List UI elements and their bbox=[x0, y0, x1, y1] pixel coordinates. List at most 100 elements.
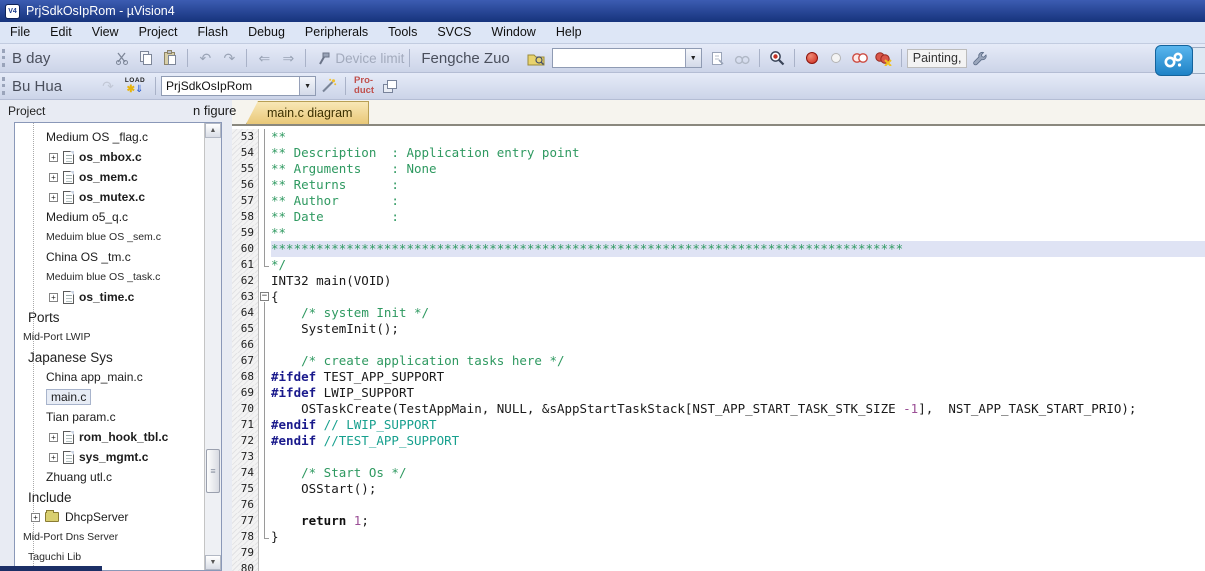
target-combo-dropdown[interactable]: ▼ bbox=[299, 77, 316, 95]
menu-edit[interactable]: Edit bbox=[40, 23, 82, 42]
target-options-button[interactable] bbox=[316, 75, 340, 97]
expand-plus-icon[interactable]: + bbox=[49, 152, 58, 162]
disable-all-breakpoints-button[interactable] bbox=[848, 47, 872, 69]
menu-peripherals[interactable]: Peripherals bbox=[295, 23, 378, 42]
cut-button[interactable] bbox=[110, 47, 134, 69]
menu-debug[interactable]: Debug bbox=[238, 23, 295, 42]
line-number: 57 bbox=[232, 193, 259, 209]
cascade-windows-icon bbox=[382, 79, 397, 93]
line-number: 62 bbox=[232, 273, 259, 289]
target-combo[interactable]: PrjSdkOsIpRom ▼ bbox=[161, 76, 317, 96]
tree-item-tian-param-c[interactable]: Tian param.c bbox=[15, 407, 204, 427]
tab-main-c-diagram[interactable]: main.c diagram bbox=[246, 101, 370, 124]
code-text: ** bbox=[271, 129, 287, 144]
toggle-breakpoint-button[interactable] bbox=[800, 47, 824, 69]
menu-svcs[interactable]: SVCS bbox=[427, 23, 481, 42]
device-limit-button[interactable] bbox=[311, 47, 335, 69]
kill-all-breakpoints-button[interactable] bbox=[872, 47, 896, 69]
tree-item-os-time-c[interactable]: + os_time.c bbox=[15, 287, 204, 307]
tree-item-label: os_mutex.c bbox=[79, 190, 146, 204]
redo-button[interactable]: ↷ bbox=[217, 47, 241, 69]
fold-minus-icon[interactable]: − bbox=[260, 292, 269, 301]
source-file-icon bbox=[63, 190, 74, 204]
tree-item-os-mutex-c[interactable]: + os_mutex.c bbox=[15, 187, 204, 207]
paste-button[interactable] bbox=[158, 47, 182, 69]
tree-item-ports[interactable]: Ports bbox=[15, 307, 204, 327]
menu-flash[interactable]: Flash bbox=[187, 23, 238, 42]
expand-plus-icon[interactable]: + bbox=[31, 512, 40, 522]
tree-item-dhcpserver[interactable]: + DhcpServer bbox=[15, 507, 204, 527]
code-line-68: 68 #ifdef TEST_APP_SUPPORT bbox=[232, 369, 1205, 385]
tree-item-zhuang-utl-c[interactable]: Zhuang utl.c bbox=[15, 467, 204, 487]
menu-tools[interactable]: Tools bbox=[378, 23, 427, 42]
tree-item-label: rom_hook_tbl.c bbox=[79, 430, 169, 444]
tree-item-china-os-tm-c[interactable]: China OS _tm.c bbox=[15, 247, 204, 267]
menu-file[interactable]: File bbox=[0, 23, 40, 42]
menu-window[interactable]: Window bbox=[481, 23, 545, 42]
expand-plus-icon[interactable]: + bbox=[49, 192, 58, 202]
toolbar-grip[interactable] bbox=[2, 77, 8, 95]
nav-forward-button[interactable]: ⇒ bbox=[276, 47, 300, 69]
line-number: 58 bbox=[232, 209, 259, 225]
tree-item-os-mbox-c[interactable]: + os_mbox.c bbox=[15, 147, 204, 167]
tree-item-include[interactable]: Include bbox=[15, 487, 204, 507]
code-text: ****************************************… bbox=[271, 241, 1205, 257]
copy-button[interactable] bbox=[134, 47, 158, 69]
search-combo-dropdown[interactable]: ▼ bbox=[684, 49, 701, 67]
find-in-files-button[interactable] bbox=[765, 47, 789, 69]
code-editor[interactable]: 53 ** 54 ** Description : Application entry… bbox=[232, 126, 1205, 571]
fold-margin bbox=[259, 273, 271, 289]
tree-item-mid-port-lwip[interactable]: Mid-Port LWIP bbox=[15, 327, 204, 347]
tree-item-meduim-blue-os-task-c[interactable]: Meduim blue OS _task.c bbox=[15, 267, 204, 287]
tree-item-rom-hook-tbl-c[interactable]: + rom_hook_tbl.c bbox=[15, 427, 204, 447]
scroll-up-button[interactable]: ▲ bbox=[205, 123, 221, 138]
title-bar: V4 PrjSdkOsIpRom - µVision4 bbox=[0, 0, 1205, 22]
expand-plus-icon[interactable]: + bbox=[49, 292, 58, 302]
device-limit-label: Device limit bbox=[335, 50, 405, 66]
toolbar-grip[interactable] bbox=[2, 49, 8, 67]
tree-item-japanese-sys[interactable]: Japanese Sys bbox=[15, 347, 204, 367]
build-button[interactable]: ↷ bbox=[96, 75, 120, 97]
tree-item-main-c[interactable]: main.c bbox=[15, 387, 204, 407]
tree-item-sys-mgmt-c[interactable]: + sys_mgmt.c bbox=[15, 447, 204, 467]
code-text: /* create application tasks here */ bbox=[301, 353, 565, 368]
tree-item-taguchi-lib[interactable]: Taguchi Lib bbox=[15, 547, 204, 567]
expand-plus-icon[interactable]: + bbox=[49, 172, 58, 182]
configure-button[interactable] bbox=[967, 47, 991, 69]
code-text: ** Author : bbox=[271, 193, 399, 208]
expand-plus-icon[interactable]: + bbox=[49, 432, 58, 442]
tree-item-medium-os-flag-c[interactable]: Medium OS _flag.c bbox=[15, 127, 204, 147]
menu-view[interactable]: View bbox=[82, 23, 129, 42]
tree-item-medium-o5-q-c[interactable]: Medium o5_q.c bbox=[15, 207, 204, 227]
line-number: 78 bbox=[232, 529, 259, 545]
search-combo[interactable]: ▼ bbox=[551, 48, 702, 68]
magic-wand-icon bbox=[321, 78, 336, 93]
find-prev-button[interactable] bbox=[730, 47, 754, 69]
menu-help[interactable]: Help bbox=[546, 23, 592, 42]
line-number: 59 bbox=[232, 225, 259, 241]
find-next-button[interactable] bbox=[706, 47, 730, 69]
fold-collapse-control[interactable]: − bbox=[259, 289, 271, 305]
fold-margin bbox=[259, 433, 271, 449]
tree-item-meduim-blue-os-sem-c[interactable]: Meduim blue OS _sem.c bbox=[15, 227, 204, 247]
tree-item-os-mem-c[interactable]: + os_mem.c bbox=[15, 167, 204, 187]
taskbar-peek-strip bbox=[0, 566, 102, 571]
code-line-61: 61 */ bbox=[232, 257, 1205, 273]
menu-project[interactable]: Project bbox=[129, 23, 188, 42]
expand-plus-icon[interactable]: + bbox=[49, 452, 58, 462]
enable-disable-breakpoint-button[interactable] bbox=[824, 47, 848, 69]
fold-margin bbox=[259, 449, 271, 465]
tree-scrollbar[interactable]: ▲ ≡ ▼ bbox=[204, 123, 221, 570]
ime-badge[interactable] bbox=[1155, 45, 1193, 76]
scrollbar-thumb[interactable]: ≡ bbox=[206, 449, 220, 493]
project-panel: Project n figure Medium OS _flag.c + os_mb… bbox=[0, 100, 236, 571]
scroll-down-button[interactable]: ▼ bbox=[205, 555, 221, 570]
open-search-folder-button[interactable] bbox=[524, 47, 548, 69]
undo-button[interactable]: ↶ bbox=[193, 47, 217, 69]
tree-item-label: os_mem.c bbox=[79, 170, 138, 184]
tree-item-mid-port-dns-server[interactable]: Mid-Port Dns Server bbox=[15, 527, 204, 547]
download-button[interactable]: LOAD ✱⇓ bbox=[120, 75, 150, 97]
manage-components-button[interactable] bbox=[377, 75, 401, 97]
nav-back-button[interactable]: ⇐ bbox=[252, 47, 276, 69]
tree-item-china-app-main-c[interactable]: China app_main.c bbox=[15, 367, 204, 387]
